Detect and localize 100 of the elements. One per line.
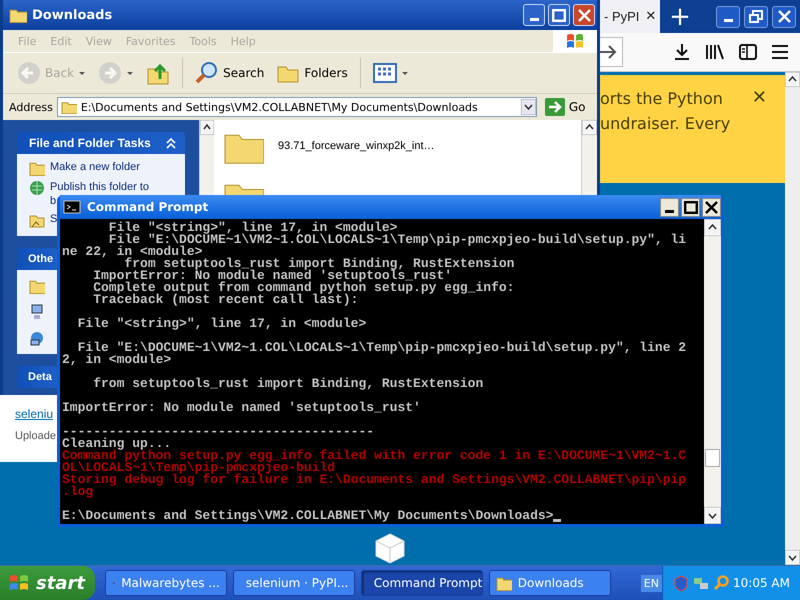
menu-icon[interactable] (770, 43, 790, 61)
command-prompt: E:\Documents and Settings\VM2.COLLABNET\My Documents\Downloads> (62, 510, 554, 522)
panel-header[interactable]: Othe (17, 248, 57, 270)
error-line: OL\LOCALS~1\Temp\pip-pmcxpjeo-build (62, 462, 336, 474)
scroll-up-icon[interactable] (582, 120, 597, 135)
window-title: Downloads (32, 8, 112, 22)
go-button[interactable]: Go (540, 98, 590, 116)
close-icon (705, 200, 718, 214)
folder-icon (29, 160, 45, 176)
console-line: ImportError: No module named 'setuptools_rust' (92, 270, 452, 282)
arrow-left-icon (17, 61, 41, 85)
windows-logo-icon (565, 32, 585, 50)
scroll-down-icon[interactable] (704, 507, 721, 524)
clock: 10:05 AM (733, 576, 790, 590)
console-line: File "E:\DOCUME~1\VM2~1.COL\LOCALS~1\Temp\pip-pmcxpjeo-build\setup.py", li (108, 234, 686, 246)
start-button[interactable]: start (0, 566, 95, 600)
scroll-thumb[interactable] (705, 449, 720, 467)
package-link[interactable]: seleniu (15, 407, 54, 421)
arrow-right-icon (98, 61, 122, 85)
scroll-up-icon[interactable] (200, 120, 214, 135)
sidebar-icon[interactable] (738, 43, 758, 61)
search-icon (195, 61, 220, 85)
views-icon (372, 61, 397, 85)
taskbar-button[interactable]: Downloads (488, 570, 611, 596)
banner-close-button[interactable]: ✕ (752, 87, 767, 108)
close-button[interactable] (772, 6, 796, 28)
minimize-button[interactable] (716, 6, 740, 28)
download-icon[interactable] (672, 42, 692, 62)
taskbar-button[interactable]: Command Prompt (360, 570, 483, 596)
folder-up-icon (146, 61, 170, 85)
console-icon (63, 200, 81, 214)
address-label: Address (9, 100, 53, 114)
console-line: File "<string>", line 17, in <module> (76, 318, 366, 330)
windows-logo-icon (8, 573, 30, 593)
window-title: Command Prompt (87, 200, 208, 214)
globe-icon (29, 180, 45, 196)
minimize-icon (724, 19, 732, 22)
upload-text: Uploade (15, 430, 56, 442)
console-line: ImportError: No module named 'setuptools_rust' (62, 402, 421, 414)
folder-icon (60, 100, 77, 114)
console-line: 2, in <module> (62, 354, 172, 366)
new-tab-button[interactable]: + (660, 0, 700, 33)
banner-text: orts the Python (600, 88, 724, 110)
console-line: Traceback (most recent call last): (92, 294, 358, 306)
maximize-icon (684, 200, 698, 214)
taskbar-button[interactable]: selenium · PyPI... (232, 570, 355, 596)
search-button[interactable]: Search (191, 59, 268, 87)
error-line: .log (62, 486, 94, 498)
error-line: Command python setup.py egg_info failed with error code 1 in E:\DOCUME~1\VM2~1.C (62, 450, 686, 462)
folder-icon (496, 575, 512, 591)
url-bar[interactable] (598, 37, 623, 67)
console-line: ---------------------------------------- (62, 426, 374, 438)
address-field[interactable]: E:\Documents and Settings\VM2.COLLABNET\My Documents\Downloads (56, 97, 537, 117)
console-line: File "E:\DOCUME~1\VM2~1.COL\LOCALS~1\Temp\pip-pmcxpjeo-build\setup.py", line 2 (76, 342, 686, 354)
task-link[interactable]: Publish this folder to (50, 180, 150, 194)
minimize-icon (530, 18, 538, 20)
scrollbar[interactable] (704, 219, 721, 524)
text-cursor (553, 519, 562, 522)
network-icon (29, 330, 45, 346)
maximize-button[interactable] (681, 198, 700, 216)
console-line: from setuptools_rust import Binding, RustExtension (92, 378, 484, 390)
task-link[interactable]: S (50, 212, 58, 226)
close-button[interactable] (702, 198, 721, 216)
tab-close-button[interactable]: ✕ (645, 9, 656, 24)
minimize-button[interactable] (660, 198, 679, 216)
panel-header[interactable]: File and Folder Tasks (17, 132, 185, 154)
task-link[interactable]: Make a new folder (50, 160, 140, 174)
dropdown-icon[interactable] (520, 99, 536, 115)
close-icon (778, 10, 790, 23)
folder-icon (9, 7, 27, 23)
panel-header[interactable]: Deta (17, 366, 57, 388)
close-icon (578, 8, 590, 22)
scroll-up-icon[interactable] (704, 219, 721, 236)
browser-tab[interactable]: - PyPI ✕ (598, 0, 660, 33)
computer-icon (29, 304, 45, 320)
arrow-right-icon (544, 98, 565, 116)
folder-icon (29, 278, 45, 294)
maximize-icon (552, 8, 566, 22)
task-link[interactable]: b (50, 194, 56, 208)
scroll-down-icon[interactable] (785, 550, 800, 565)
error-line: Storing debug log for failure in E:\Documents and Settings\VM2.COLLABNET\pip\pip (62, 474, 686, 486)
console-line: File "<string>", line 17, in <module> (108, 222, 398, 234)
banner-text: undraiser. Every (600, 113, 730, 135)
console-line: ne 22, in <module> (62, 246, 202, 258)
console-line: Complete output from command python setup.py egg_info: (92, 282, 514, 294)
scroll-up-icon[interactable] (785, 72, 800, 87)
go-arrow-icon[interactable] (598, 44, 618, 60)
restore-button[interactable] (744, 6, 768, 28)
tab-title: - PyPI (604, 9, 640, 24)
console-line: Cleaning up... (62, 438, 172, 450)
restore-icon (749, 10, 763, 23)
library-icon[interactable] (704, 42, 726, 62)
scrollbar[interactable] (785, 72, 800, 565)
cube-icon (374, 532, 406, 564)
minimize-icon (665, 210, 674, 212)
folders-button[interactable]: Folders (272, 59, 352, 87)
console-line: from setuptools_rust import Binding, RustExtension (124, 258, 514, 270)
taskbar-button[interactable]: Malwarebytes ... (104, 570, 227, 596)
collapse-icon[interactable] (165, 137, 177, 149)
folder-item[interactable]: 93.71_forceware_winxp2k_int… (224, 128, 581, 164)
